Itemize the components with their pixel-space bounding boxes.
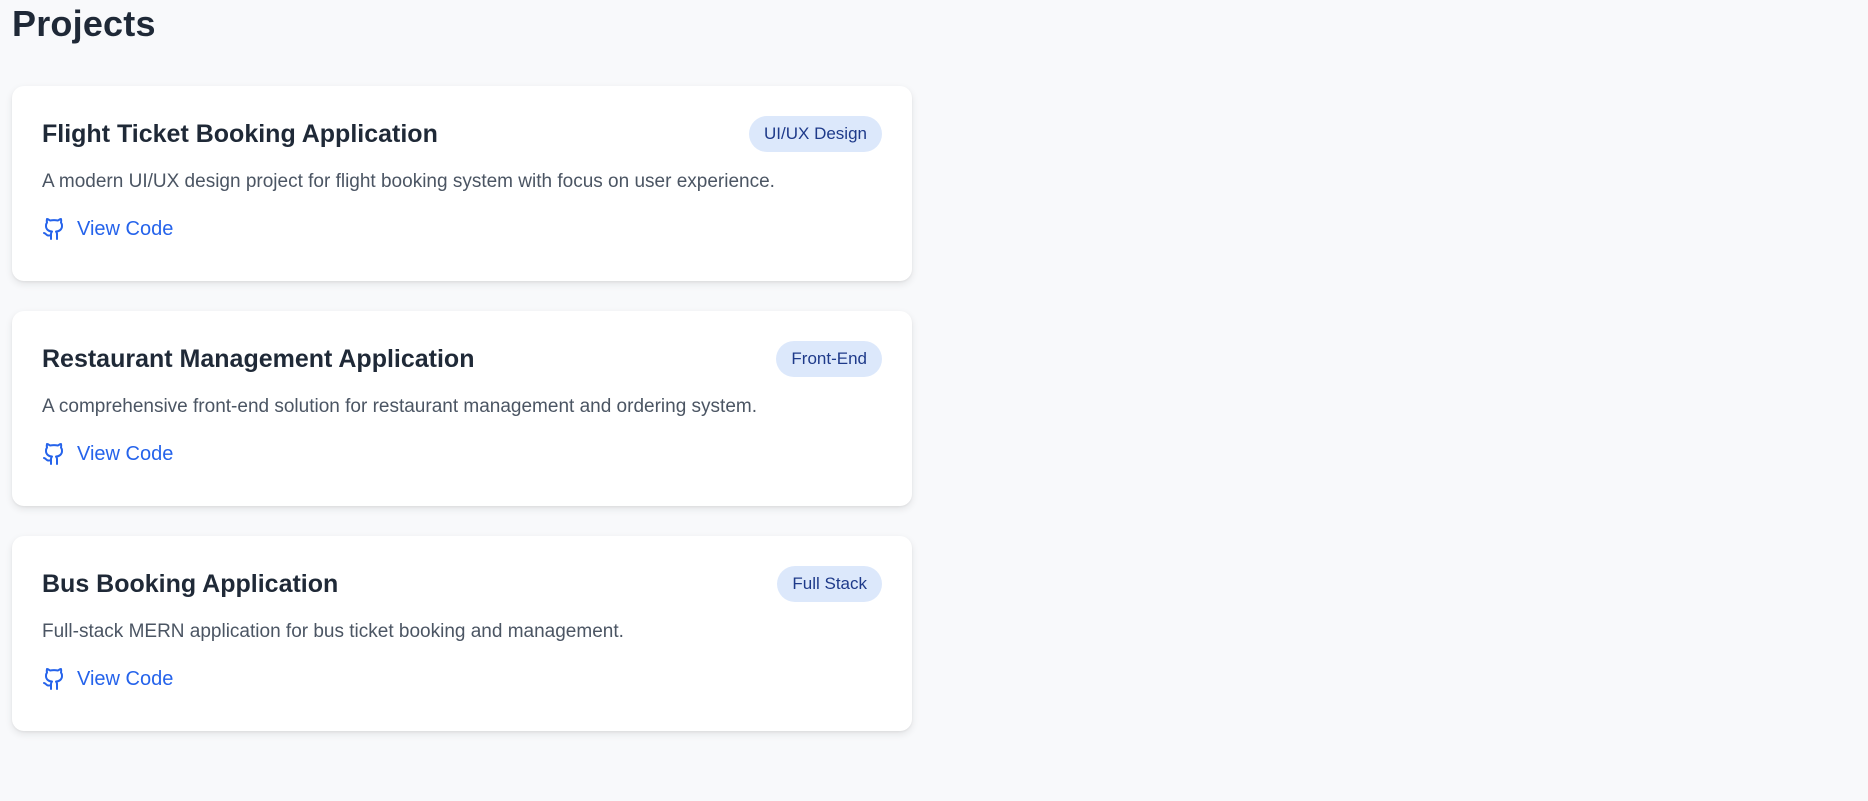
project-title: Restaurant Management Application: [42, 344, 475, 373]
category-badge: Full Stack: [777, 566, 882, 602]
project-title: Flight Ticket Booking Application: [42, 119, 438, 148]
view-code-link[interactable]: View Code: [42, 441, 173, 467]
category-badge: Front-End: [776, 341, 882, 377]
project-description: A comprehensive front-end solution for r…: [42, 396, 757, 417]
card-header: Flight Ticket Booking Application UI/UX …: [42, 116, 882, 152]
projects-page: Projects Flight Ticket Booking Applicati…: [0, 0, 1868, 801]
view-code-link[interactable]: View Code: [42, 666, 173, 692]
project-list: Flight Ticket Booking Application UI/UX …: [12, 86, 912, 731]
project-title: Bus Booking Application: [42, 569, 339, 598]
page-title: Projects: [12, 3, 156, 44]
project-card: Restaurant Management Application Front-…: [12, 311, 912, 506]
view-code-label: View Code: [77, 667, 174, 690]
card-header: Restaurant Management Application Front-…: [42, 341, 882, 377]
project-description: A modern UI/UX design project for flight…: [42, 171, 775, 192]
project-card: Flight Ticket Booking Application UI/UX …: [12, 86, 912, 281]
project-description: Full-stack MERN application for bus tick…: [42, 621, 624, 642]
view-code-label: View Code: [77, 442, 174, 465]
card-header: Bus Booking Application Full Stack: [42, 566, 882, 602]
project-card: Bus Booking Application Full Stack Full-…: [12, 536, 912, 731]
github-icon: [42, 666, 66, 692]
github-icon: [42, 441, 66, 467]
category-badge: UI/UX Design: [749, 116, 882, 152]
view-code-label: View Code: [77, 217, 174, 240]
github-icon: [42, 216, 66, 242]
view-code-link[interactable]: View Code: [42, 216, 173, 242]
